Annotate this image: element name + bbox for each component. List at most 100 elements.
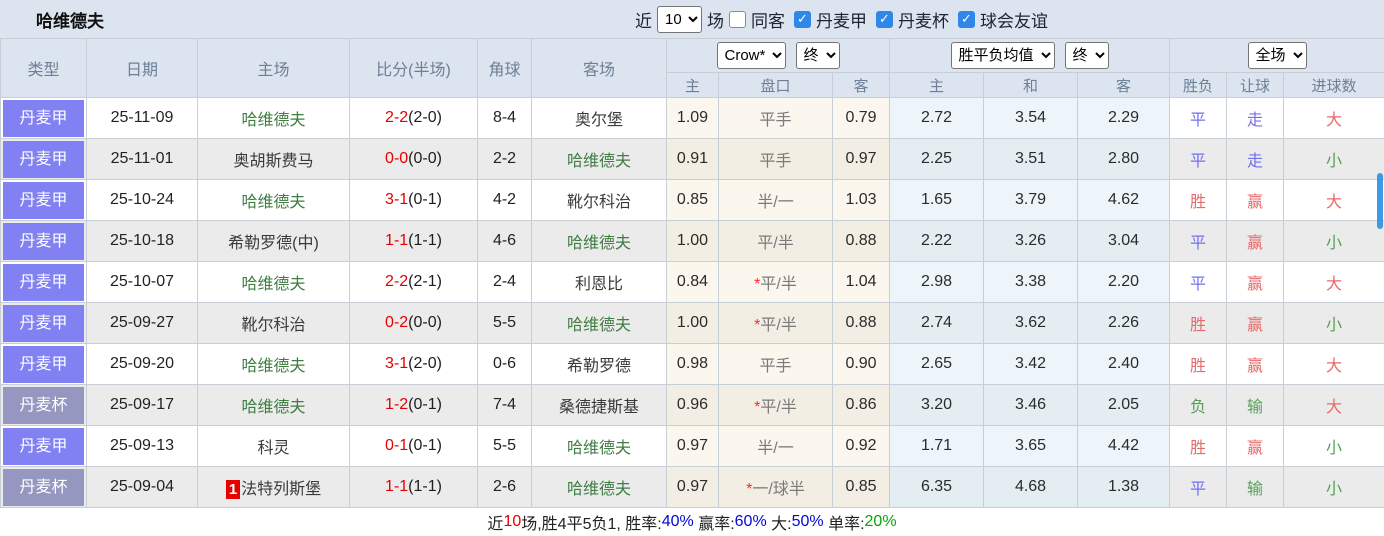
fulltime-score: 3-1 — [385, 191, 409, 208]
handicap-line: 平手 — [759, 153, 792, 170]
handicap-line-cell: 半/一 — [718, 179, 833, 221]
away-team-name[interactable]: 哈维德夫 — [567, 481, 631, 498]
handicap-line-cell: *平/半 — [718, 384, 833, 426]
home-team-name[interactable]: 哈维德夫 — [241, 194, 305, 211]
col-header-type: 类型 — [0, 38, 87, 98]
league-label-danish-cup[interactable]: 丹麦杯 — [898, 7, 949, 32]
match-row: 丹麦甲 25-10-24 哈维德夫 3-1(0-1) 4-2 靴尔科治 0.85… — [0, 179, 1384, 221]
draw-odds-cell: 3.42 — [983, 343, 1079, 385]
league-checkbox-danish-superliga[interactable] — [794, 10, 811, 28]
handicap-line-cell: *平/半 — [718, 261, 833, 303]
top-bar: 哈维德夫 近 10 场 同客 丹麦甲 丹麦杯 球会友谊 — [0, 0, 1384, 38]
date-cell: 25-09-13 — [86, 425, 198, 467]
away-team-cell: 哈维德夫 — [531, 302, 667, 344]
win-odds-cell: 6.35 — [889, 466, 985, 508]
away-team-name[interactable]: 哈维德夫 — [567, 440, 631, 457]
away-team-name[interactable]: 哈维德夫 — [567, 235, 631, 252]
summary-text: 大: — [766, 516, 792, 533]
league-label-danish-superliga[interactable]: 丹麦甲 — [816, 7, 867, 32]
handicap-line: 平/半 — [760, 399, 797, 416]
goals-result-cell: 小 — [1283, 466, 1384, 508]
away-team-name[interactable]: 靴尔科治 — [567, 194, 631, 211]
goals-result-cell: 大 — [1283, 261, 1384, 303]
away-team-cell: 哈维德夫 — [531, 425, 667, 467]
league-label-club-friendly[interactable]: 球会友谊 — [980, 7, 1048, 32]
corner-cell: 2-4 — [477, 261, 532, 303]
away-team-name[interactable]: 哈维德夫 — [567, 153, 631, 170]
handicap-home-odds-cell: 0.96 — [666, 384, 719, 426]
goals-result-cell: 小 — [1283, 425, 1384, 467]
league-cell: 丹麦甲 — [0, 302, 87, 344]
home-team-name[interactable]: 哈维德夫 — [241, 112, 305, 129]
home-team-name[interactable]: 法特列斯堡 — [241, 481, 321, 498]
away-team-name[interactable]: 哈维德夫 — [567, 317, 631, 334]
home-team-name[interactable]: 希勒罗德(中) — [228, 235, 319, 252]
fulltime-score: 1-2 — [385, 396, 409, 413]
lose-odds-cell: 2.26 — [1077, 302, 1171, 344]
halftime-score: (0-1) — [408, 396, 442, 413]
draw-odds-cell: 4.68 — [983, 466, 1079, 508]
scrollbar-thumb[interactable] — [1377, 173, 1383, 229]
recent-count-select[interactable]: 10 — [657, 5, 702, 33]
league-badge: 丹麦甲 — [3, 304, 84, 342]
sub-header-win: 主 — [889, 72, 985, 98]
handicap-line: 半/一 — [757, 194, 794, 211]
summary-text: 20% — [864, 513, 897, 530]
handicap-line-cell: 平手 — [718, 343, 833, 385]
handicap-result-cell: 输 — [1226, 466, 1285, 508]
same-away-label[interactable]: 同客 — [751, 7, 785, 32]
handicap-away-odds-cell: 0.92 — [831, 425, 891, 467]
score-cell: 3-1(2-0) — [349, 343, 478, 385]
handicap-away-odds-cell: 0.88 — [831, 220, 891, 262]
halftime-score: (2-1) — [408, 273, 442, 290]
sub-header-handicap-line: 盘口 — [718, 72, 833, 98]
score-cell: 2-2(2-1) — [349, 261, 478, 303]
away-team-name[interactable]: 希勒罗德 — [567, 358, 631, 375]
date-cell: 25-10-24 — [86, 179, 198, 221]
result-cell: 胜 — [1169, 179, 1228, 221]
date-cell: 25-10-07 — [86, 261, 198, 303]
home-team-name[interactable]: 科灵 — [257, 440, 289, 457]
handicap-home-odds-cell: 1.00 — [666, 220, 719, 262]
result-cell: 平 — [1169, 97, 1228, 139]
result-group: 全场 — [1169, 38, 1384, 73]
handicap-away-odds-cell: 1.03 — [831, 179, 891, 221]
score-cell: 0-1(0-1) — [349, 425, 478, 467]
home-team-name[interactable]: 哈维德夫 — [241, 276, 305, 293]
europe-odds-select[interactable]: 胜平负均值 — [950, 42, 1055, 69]
handicap-away-odds-cell: 0.85 — [831, 466, 891, 508]
handicap-line-cell: 平/半 — [718, 220, 833, 262]
home-team-cell: 1 法特列斯堡 — [197, 466, 350, 508]
home-team-name[interactable]: 哈维德夫 — [241, 358, 305, 375]
europe-stage-select[interactable]: 终 — [1064, 42, 1109, 69]
col-header-away: 客场 — [531, 38, 667, 98]
lose-odds-cell: 2.05 — [1077, 384, 1171, 426]
home-team-name[interactable]: 靴尔科治 — [241, 317, 305, 334]
handicap-home-odds-cell: 1.00 — [666, 302, 719, 344]
handicap-home-odds-cell: 0.84 — [666, 261, 719, 303]
away-team-name[interactable]: 奥尔堡 — [575, 112, 623, 129]
league-checkbox-club-friendly[interactable] — [958, 10, 975, 28]
match-table-body: 丹麦甲 25-11-09 哈维德夫 2-2(2-0) 8-4 奥尔堡 1.09 … — [0, 97, 1384, 508]
match-scope-select[interactable]: 全场 — [1247, 42, 1307, 69]
away-team-cell: 哈维德夫 — [531, 466, 667, 508]
league-cell: 丹麦甲 — [0, 97, 87, 139]
odds-company-select[interactable]: Crow* — [716, 42, 786, 69]
handicap-home-odds-cell: 0.91 — [666, 138, 719, 180]
home-team-name[interactable]: 哈维德夫 — [241, 399, 305, 416]
draw-odds-cell: 3.51 — [983, 138, 1079, 180]
date-cell: 25-11-09 — [86, 97, 198, 139]
win-odds-cell: 3.20 — [889, 384, 985, 426]
home-team-name[interactable]: 奥胡斯费马 — [233, 153, 313, 170]
handicap-away-odds-cell: 1.04 — [831, 261, 891, 303]
goals-result-cell: 小 — [1283, 138, 1384, 180]
win-odds-cell: 2.98 — [889, 261, 985, 303]
match-row: 丹麦甲 25-10-18 希勒罗德(中) 1-1(1-1) 4-6 哈维德夫 1… — [0, 220, 1384, 262]
same-away-checkbox[interactable] — [729, 10, 746, 28]
league-checkbox-danish-cup[interactable] — [876, 10, 893, 28]
handicap-line-cell: 半/一 — [718, 425, 833, 467]
summary-text: 10 — [503, 513, 522, 530]
away-team-name[interactable]: 利恩比 — [575, 276, 623, 293]
away-team-name[interactable]: 桑德捷斯基 — [559, 399, 639, 416]
handicap-stage-select[interactable]: 终 — [795, 42, 840, 69]
